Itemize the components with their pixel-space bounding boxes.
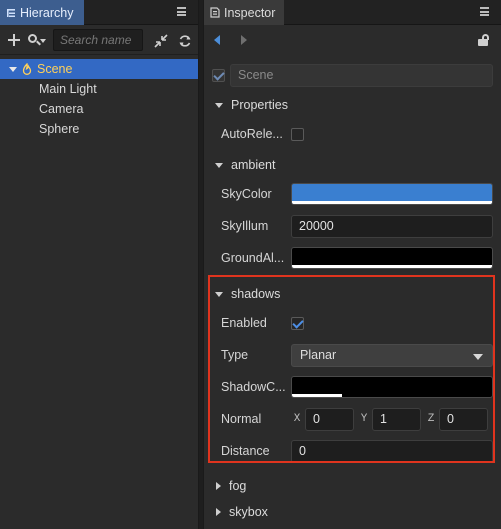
prop-ground-albedo: GroundAl...	[204, 242, 501, 274]
hierarchy-toolbar	[0, 25, 198, 55]
shadow-type-value: Planar	[300, 348, 337, 362]
section-skybox[interactable]: skybox	[204, 499, 501, 525]
distance-input[interactable]: 0	[291, 439, 493, 463]
search-filter-icon[interactable]	[27, 33, 46, 47]
add-node-icon[interactable]	[7, 33, 21, 47]
tab-hierarchy-label: Hierarchy	[20, 5, 74, 20]
prop-label: AutoRele...	[221, 127, 283, 141]
node-active-checkbox[interactable]	[212, 68, 225, 82]
prop-label: SkyIllum	[221, 219, 269, 233]
section-shadows[interactable]: shadows	[204, 281, 501, 307]
tab-inspector-label: Inspector	[224, 5, 276, 20]
forward-arrow-icon[interactable]	[241, 35, 247, 45]
refresh-icon[interactable]	[178, 34, 192, 48]
shadows-enabled-checkbox[interactable]	[291, 316, 304, 330]
prop-label: Enabled	[221, 316, 267, 330]
expand-caret-icon[interactable]	[9, 66, 17, 72]
prop-sky-illum: SkyIllum 20000	[204, 210, 501, 242]
lock-icon[interactable]	[478, 34, 490, 46]
shadow-color-swatch[interactable]	[291, 376, 493, 398]
auto-release-value	[291, 127, 493, 141]
sky-illum-input[interactable]: 20000	[291, 214, 493, 238]
collapse-arrow-icon[interactable]	[215, 102, 223, 108]
tree-item-camera[interactable]: Camera	[0, 99, 198, 119]
tab-inspector[interactable]: Inspector	[204, 0, 284, 25]
auto-release-checkbox[interactable]	[291, 127, 304, 141]
inspector-toolbar	[204, 25, 501, 55]
normal-z-input[interactable]: 0	[439, 407, 488, 431]
ground-albedo-swatch[interactable]	[291, 247, 493, 269]
inspector-tabbar: Inspector	[204, 0, 501, 25]
shadow-type-select[interactable]: Planar	[291, 343, 493, 367]
prop-label: ShadowC...	[221, 380, 286, 394]
prop-label: GroundAl...	[221, 251, 285, 265]
tree-item-sphere[interactable]: Sphere	[0, 119, 198, 139]
tab-hierarchy[interactable]: Hierarchy	[0, 0, 84, 25]
node-header: Scene	[204, 61, 501, 89]
hierarchy-icon	[7, 8, 15, 17]
normal-x-input[interactable]: 0	[305, 407, 354, 431]
normal-vector: X 0 Y 1 Z 0	[291, 407, 493, 431]
expand-arrow-icon[interactable]	[216, 482, 221, 490]
prop-label: Normal	[221, 412, 262, 426]
expand-arrow-icon[interactable]	[216, 508, 221, 516]
back-arrow-icon[interactable]	[214, 35, 220, 45]
scene-icon	[22, 63, 32, 75]
axis-z-label: Z	[427, 413, 435, 425]
section-properties[interactable]: Properties	[204, 92, 501, 118]
section-ambient[interactable]: ambient	[204, 152, 501, 178]
prop-label: Type	[221, 348, 249, 362]
section-title: fog	[229, 479, 247, 493]
section-title: ambient	[231, 158, 276, 172]
shadow-alpha-bar	[292, 394, 342, 397]
prop-distance: Distance 0	[204, 435, 501, 467]
tree-item-label: Main Light	[39, 82, 97, 96]
collapse-arrow-icon[interactable]	[215, 291, 223, 297]
sky-color-swatch[interactable]	[291, 183, 493, 205]
search-input[interactable]	[53, 28, 143, 51]
tree-item-label: Camera	[39, 102, 84, 116]
collapse-all-icon[interactable]	[154, 34, 168, 48]
prop-enabled: Enabled	[204, 307, 501, 339]
node-name-field[interactable]: Scene	[230, 63, 493, 87]
inspector-panel: Inspector Scene Properties AutoRele... a…	[203, 0, 501, 529]
prop-label: Distance	[221, 444, 270, 458]
prop-sky-color: SkyColor	[204, 178, 501, 210]
axis-y-label: Y	[360, 413, 368, 425]
prop-type: Type Planar	[204, 339, 501, 371]
normal-y-input[interactable]: 1	[372, 407, 421, 431]
chevron-down-icon	[473, 353, 483, 360]
tree-item-label: Scene	[37, 62, 73, 76]
hierarchy-panel: Hierarchy Scene Main Light Camera	[0, 0, 199, 529]
prop-label: SkyColor	[221, 187, 272, 201]
hierarchy-menu-icon[interactable]	[177, 7, 186, 16]
tree-item-scene[interactable]: Scene	[0, 59, 198, 79]
prop-auto-release: AutoRele...	[204, 118, 501, 150]
inspector-icon	[210, 7, 220, 18]
axis-x-label: X	[293, 413, 301, 425]
section-title: skybox	[229, 505, 268, 519]
tree-item-label: Sphere	[39, 122, 80, 136]
hierarchy-tabbar: Hierarchy	[0, 0, 198, 25]
prop-shadow-color: ShadowC...	[204, 371, 501, 403]
section-title: shadows	[231, 287, 281, 301]
collapse-arrow-icon[interactable]	[215, 162, 223, 168]
inspector-menu-icon[interactable]	[480, 7, 489, 16]
tree-item-main-light[interactable]: Main Light	[0, 79, 198, 99]
section-title: Properties	[231, 98, 288, 112]
scene-tree: Scene Main Light Camera Sphere	[0, 55, 198, 139]
prop-normal: Normal X 0 Y 1 Z 0	[204, 403, 501, 435]
section-fog[interactable]: fog	[204, 473, 501, 499]
